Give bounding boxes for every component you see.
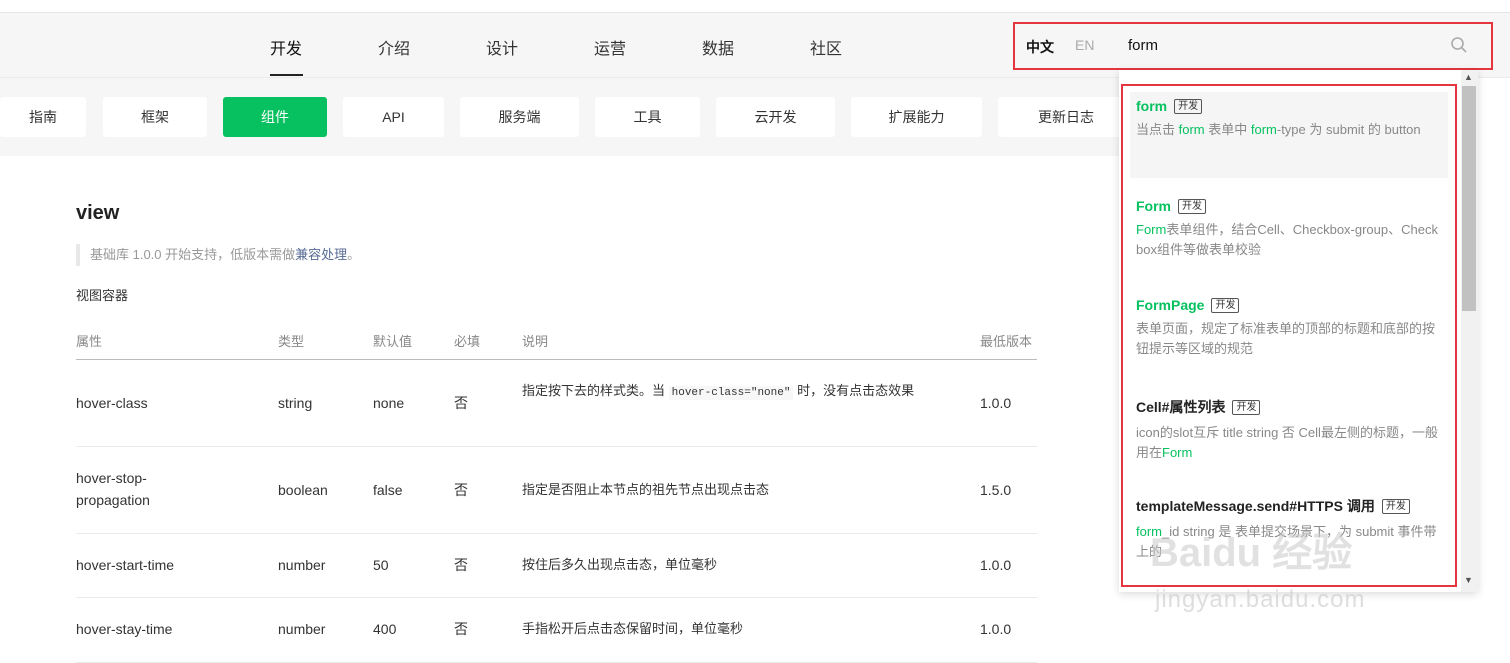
- tab-api[interactable]: API: [343, 97, 444, 137]
- cell-version: 1.0.0: [980, 395, 1012, 411]
- cell-attr: hover-class: [76, 395, 148, 411]
- nav-item-operations[interactable]: 运营: [594, 35, 626, 59]
- cell-required: 否: [454, 482, 468, 498]
- cell-required: 否: [454, 621, 468, 637]
- header-attr: 属性: [76, 334, 103, 349]
- compat-note-suffix: 。: [347, 247, 361, 262]
- cell-description: 按住后多久出现点击态，单位毫秒: [522, 557, 718, 572]
- cell-description: 指定按下去的样式类。当 hover-class="none" 时，没有点击态效果: [522, 380, 942, 404]
- cell-type: number: [278, 621, 326, 637]
- search-input[interactable]: [1118, 32, 1488, 58]
- top-strip: [0, 0, 1510, 13]
- doc-content: view 基础库 1.0.0 开始支持，低版本需做兼容处理。 视图容器 属性 类…: [0, 156, 1115, 663]
- component-description: 视图容器: [76, 288, 129, 303]
- nav-item-dev[interactable]: 开发: [270, 35, 302, 59]
- tab-guide[interactable]: 指南: [0, 97, 86, 137]
- cell-type: boolean: [278, 482, 328, 498]
- results-scroll-thumb[interactable]: [1462, 86, 1476, 311]
- sub-nav-bar: 指南 框架 组件 API 服务端 工具 云开发 扩展能力 更新日志: [0, 78, 1134, 156]
- cell-default: none: [373, 395, 405, 411]
- search-icon[interactable]: [1450, 36, 1468, 54]
- cell-attr: hover-stay-time: [76, 621, 173, 637]
- cell-default: false: [373, 482, 403, 498]
- active-nav-indicator: [270, 74, 303, 76]
- nav-item-intro[interactable]: 介绍: [378, 35, 410, 59]
- cell-type: string: [278, 395, 313, 411]
- cell-default: 400: [373, 621, 397, 637]
- nav-item-data[interactable]: 数据: [702, 35, 734, 59]
- tab-extensions[interactable]: 扩展能力: [851, 97, 982, 137]
- watermark-url: jingyan.baidu.com: [1155, 586, 1366, 613]
- header-default: 默认值: [373, 334, 413, 349]
- tab-tools[interactable]: 工具: [595, 97, 700, 137]
- results-highlight-box: [1121, 84, 1457, 587]
- cell-required: 否: [454, 395, 468, 411]
- cell-default: 50: [373, 557, 389, 573]
- nav-item-community[interactable]: 社区: [810, 35, 842, 59]
- desc-code: hover-class="none": [668, 386, 794, 400]
- tab-framework[interactable]: 框架: [103, 97, 207, 137]
- table-row: hover-start-time number 50 否 按住后多久出现点击态，…: [76, 534, 1037, 598]
- compat-link[interactable]: 兼容处理: [295, 247, 347, 262]
- nav-item-design[interactable]: 设计: [486, 35, 518, 59]
- desc-text-after: 时，没有点击态效果: [793, 383, 915, 398]
- tab-components[interactable]: 组件: [223, 97, 327, 137]
- cell-required: 否: [454, 557, 468, 573]
- table-row: hover-stay-time number 400 否 手指松开后点击态保留时…: [76, 598, 1037, 663]
- compat-note: 基础库 1.0.0 开始支持，低版本需做兼容处理。: [76, 244, 360, 266]
- lang-en-button[interactable]: EN: [1075, 37, 1094, 53]
- watermark-logo: Baidu 经验: [1150, 531, 1353, 575]
- tab-cloud-dev[interactable]: 云开发: [716, 97, 835, 137]
- header-type: 类型: [278, 334, 305, 349]
- scroll-up-icon[interactable]: ▲: [1464, 72, 1473, 82]
- scroll-down-icon[interactable]: ▼: [1464, 575, 1473, 585]
- header-required: 必填: [454, 334, 481, 349]
- lang-zh-button[interactable]: 中文: [1026, 37, 1054, 57]
- header-min-version: 最低版本: [980, 334, 1033, 349]
- table-row: hover-stop-propagation boolean false 否 指…: [76, 447, 1037, 534]
- cell-type: number: [278, 557, 326, 573]
- cell-version: 1.0.0: [980, 621, 1012, 637]
- compat-note-text: 基础库 1.0.0 开始支持，低版本需做: [90, 247, 296, 262]
- cell-version: 1.5.0: [980, 482, 1012, 498]
- cell-description: 指定是否阻止本节点的祖先节点出现点击态: [522, 482, 770, 497]
- cell-version: 1.0.0: [980, 557, 1012, 573]
- cell-attr: hover-stop-propagation: [76, 470, 150, 508]
- header-description: 说明: [522, 334, 549, 349]
- desc-text: 指定按下去的样式类。当: [522, 383, 669, 398]
- tab-server[interactable]: 服务端: [460, 97, 579, 137]
- cell-attr: hover-start-time: [76, 557, 175, 573]
- tab-changelog[interactable]: 更新日志: [998, 97, 1134, 137]
- table-row: hover-class string none 否 指定按下去的样式类。当 ho…: [76, 360, 1037, 447]
- page-title: view: [76, 202, 120, 224]
- cell-description: 手指松开后点击态保留时间，单位毫秒: [522, 621, 744, 636]
